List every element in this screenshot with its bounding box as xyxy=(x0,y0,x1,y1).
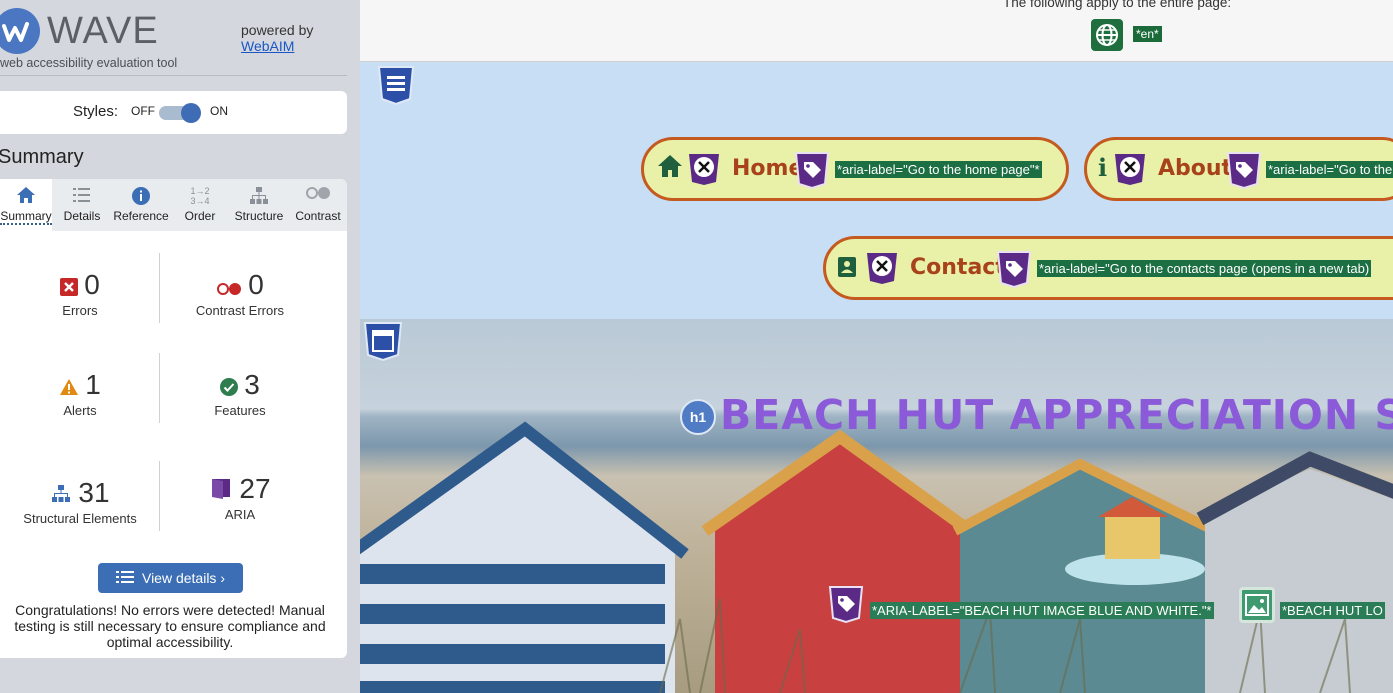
congrats-message: Congratulations! No errors were detected… xyxy=(14,602,326,650)
home-aria-label: *aria-label="Go to the home page"* xyxy=(835,161,1042,178)
structure-icon xyxy=(50,479,72,511)
tab-label: Reference xyxy=(113,209,169,223)
structural-count: 31 xyxy=(78,477,110,508)
contrast-errors-stat[interactable]: 0 Contrast Errors xyxy=(160,269,320,318)
list-icon xyxy=(115,564,134,594)
navigation-icon[interactable] xyxy=(377,65,415,106)
styles-off-label: OFF xyxy=(131,104,155,118)
errors-stat[interactable]: 0 Errors xyxy=(0,269,160,318)
page-heading: BEACH HUT APPRECIATION S xyxy=(720,391,1393,439)
tab-label: Structure xyxy=(234,209,284,223)
wave-error-x-icon xyxy=(1115,154,1145,185)
tab-label: Summary xyxy=(0,209,52,225)
aria-stat[interactable]: 27 ARIA xyxy=(160,473,320,522)
structure-icon xyxy=(230,186,288,206)
nav-link-contact[interactable]: Contact *aria-label="Go to the contacts … xyxy=(823,236,1393,300)
styles-toggle-box: Styles: OFF ON xyxy=(0,91,347,134)
structural-label: Structural Elements xyxy=(23,511,137,526)
image-alt-text: *BEACH HUT LO xyxy=(1280,602,1385,619)
tab-label: Details xyxy=(63,209,101,223)
aria-label: ARIA xyxy=(224,507,256,522)
tab-summary[interactable]: Summary xyxy=(0,179,52,231)
tab-reference[interactable]: Reference xyxy=(110,179,172,231)
alerts-count: 1 xyxy=(85,369,101,400)
beach-huts-image xyxy=(360,421,1393,693)
page-content: The following apply to the entire page: … xyxy=(360,0,1393,693)
contrast-errors-count: 0 xyxy=(248,269,264,300)
tab-structure[interactable]: Structure xyxy=(230,179,288,231)
info-icon: i xyxy=(1098,153,1108,182)
styles-on-label: ON xyxy=(210,104,228,118)
alert-icon xyxy=(59,371,79,403)
heading-h1-icon[interactable]: h1 xyxy=(680,399,716,435)
alerts-label: Alerts xyxy=(63,403,97,418)
wave-error-x-icon xyxy=(867,253,897,284)
tab-label: Order xyxy=(184,209,216,223)
alerts-stat[interactable]: 1 Alerts xyxy=(0,369,160,418)
nav-link-about[interactable]: i About *aria-label="Go to the xyxy=(1084,137,1393,201)
image-aria-label: *ARIA-LABEL="BEACH HUT IMAGE BLUE AND WH… xyxy=(870,602,1214,619)
globe-icon[interactable] xyxy=(1091,19,1123,51)
tab-label: Contrast xyxy=(295,209,341,223)
aria-label-tag-icon[interactable] xyxy=(828,585,864,623)
nav-region: Home *aria-label="Go to the home page"* … xyxy=(360,62,1393,319)
webaim-link[interactable]: WebAIM xyxy=(241,38,294,54)
aria-icon xyxy=(209,475,233,507)
view-details-button[interactable]: View details › xyxy=(98,563,243,593)
main-landmark-icon[interactable] xyxy=(363,321,403,362)
about-label: About xyxy=(1158,156,1233,181)
aria-label-tag-icon xyxy=(996,251,1032,288)
toggle-knob[interactable] xyxy=(181,103,201,123)
sidebar-divider xyxy=(0,75,347,76)
nav-link-home[interactable]: Home *aria-label="Go to the home page"* xyxy=(641,137,1069,201)
feature-check-icon xyxy=(220,371,239,403)
error-icon xyxy=(60,271,79,303)
page-note: The following apply to the entire page: xyxy=(1003,0,1232,10)
tab-details[interactable]: Details xyxy=(56,179,108,231)
features-label: Features xyxy=(214,403,266,418)
wave-sidebar: WAVE web accessibility evaluation tool p… xyxy=(0,0,360,693)
structural-stat[interactable]: 31 Structural Elements xyxy=(0,477,160,526)
summary-panel: 0 Errors 0 Contrast Errors 1 Alerts 3 Fe… xyxy=(0,231,347,658)
aria-count: 27 xyxy=(239,473,271,504)
wave-error-x-icon xyxy=(689,154,719,185)
info-icon xyxy=(110,186,172,206)
sidebar-tabs: Summary Details Reference 1→2 3→4 Order S… xyxy=(0,179,347,231)
home-icon xyxy=(656,153,684,184)
order-icon: 1→2 3→4 xyxy=(190,186,210,206)
contrast-icon xyxy=(290,186,346,206)
contact-label: Contact xyxy=(910,255,1006,280)
wave-title: WAVE xyxy=(47,10,159,52)
list-icon xyxy=(56,186,108,206)
language-tag: *en* xyxy=(1133,26,1162,42)
contact-aria-label: *aria-label="Go to the contacts page (op… xyxy=(1037,260,1372,277)
summary-heading: Summary xyxy=(0,146,84,168)
contrast-error-icon xyxy=(216,271,242,303)
styles-toggle[interactable] xyxy=(159,103,201,123)
page-info-bar: The following apply to the entire page: … xyxy=(360,0,1393,62)
errors-label: Errors xyxy=(62,303,98,318)
wave-logo-icon xyxy=(0,8,40,54)
features-count: 3 xyxy=(244,369,260,400)
image-alt-icon[interactable] xyxy=(1239,587,1275,623)
tab-contrast[interactable]: Contrast xyxy=(290,179,346,231)
errors-count: 0 xyxy=(84,269,100,300)
contrast-errors-label: Contrast Errors xyxy=(195,303,285,318)
wave-tagline: web accessibility evaluation tool xyxy=(0,56,178,70)
home-label: Home xyxy=(732,156,804,181)
styles-label: Styles: xyxy=(73,103,119,120)
about-aria-label: *aria-label="Go to the xyxy=(1266,161,1393,178)
tab-order[interactable]: 1→2 3→4 Order xyxy=(176,179,224,231)
features-stat[interactable]: 3 Features xyxy=(160,369,320,418)
aria-label-tag-icon xyxy=(794,152,830,189)
home-icon xyxy=(0,186,52,206)
contact-card-icon xyxy=(837,256,857,283)
aria-label-tag-icon xyxy=(1226,152,1262,189)
hero-section: h1 BEACH HUT APPRECIATION S *ARIA-LABEL=… xyxy=(360,319,1393,693)
view-details-label: View details › xyxy=(141,570,225,586)
powered-by-text: powered by xyxy=(241,22,314,38)
powered-by: powered by WebAIM xyxy=(241,22,313,54)
